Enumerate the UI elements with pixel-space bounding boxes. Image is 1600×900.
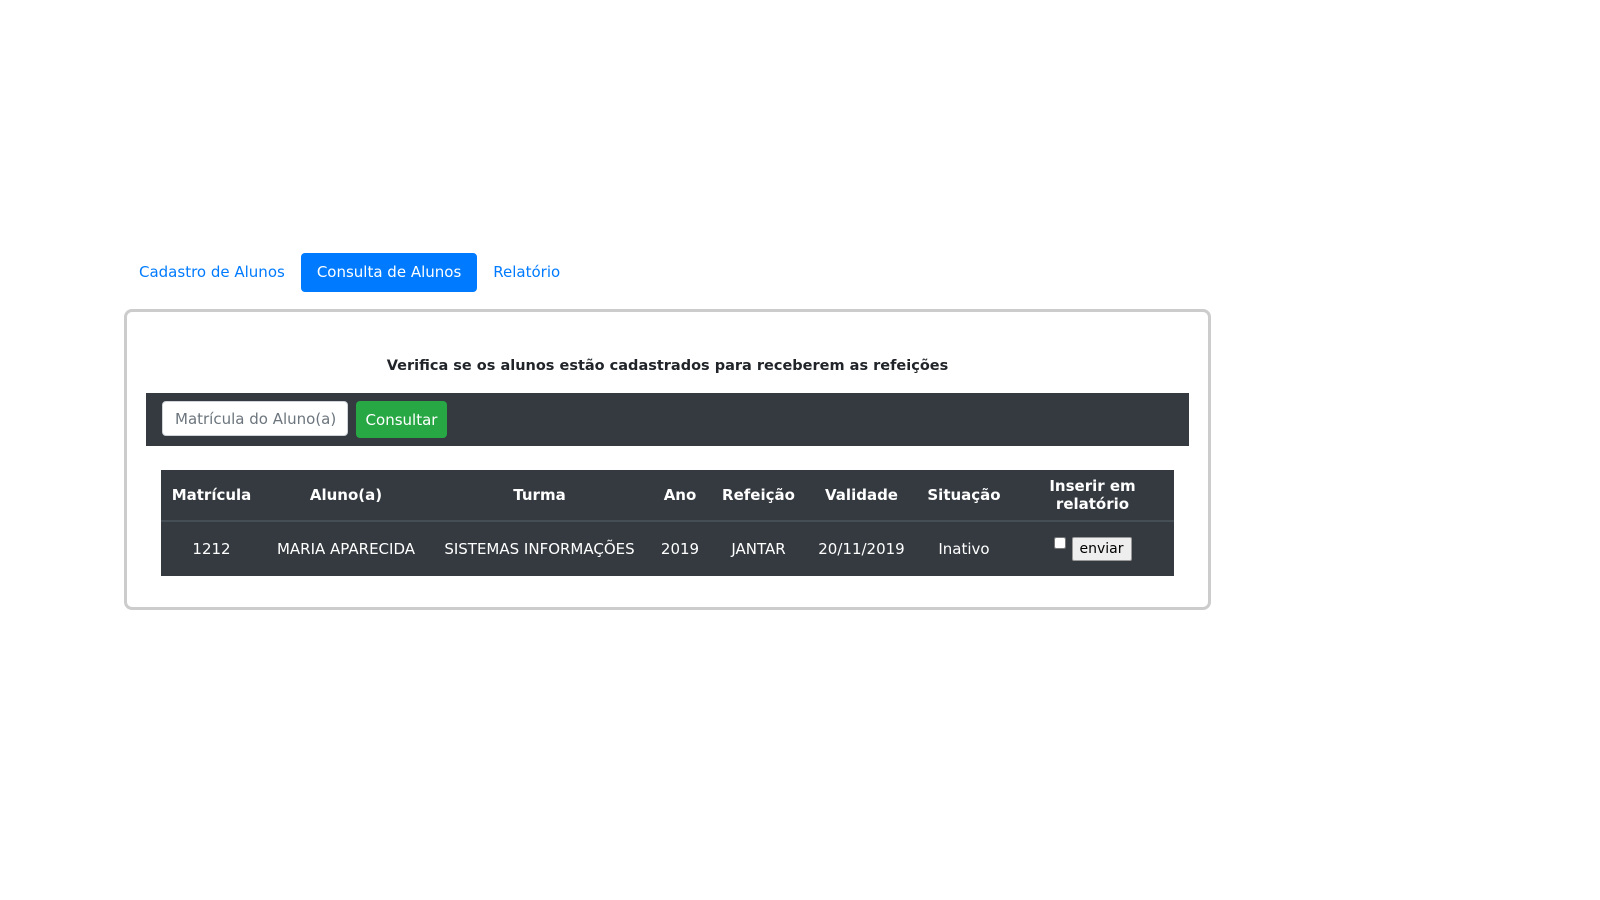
inserir-relatorio-checkbox[interactable] — [1053, 537, 1066, 549]
enviar-button[interactable]: enviar — [1071, 537, 1132, 561]
table-header-row: Matrícula Aluno(a) Turma Ano Refeição Va… — [161, 470, 1174, 522]
cell-inserir: enviar — [1011, 521, 1174, 576]
cell-ano: 2019 — [660, 540, 700, 558]
consultar-button[interactable]: Consultar — [356, 401, 447, 438]
header-refeicao: Refeição — [711, 470, 806, 522]
header-validade: Validade — [806, 470, 917, 522]
header-matricula: Matrícula — [161, 470, 262, 522]
search-bar: Consultar — [146, 393, 1189, 446]
cell-validade: 20/11/2019 — [818, 540, 905, 558]
nav-tabs: Cadastro de Alunos Consulta de Alunos Re… — [123, 253, 576, 292]
consulta-card: Verifica se os alunos estão cadastrados … — [124, 309, 1211, 610]
page-title: Verifica se os alunos estão cadastrados … — [386, 358, 949, 374]
header-turma: Turma — [430, 470, 649, 522]
header-aluno: Aluno(a) — [262, 470, 430, 522]
header-ano: Ano — [649, 470, 711, 522]
cell-situacao: Inativo — [938, 540, 990, 558]
table-row: 1212 MARIA APARECIDA SISTEMAS INFORMAÇÕE… — [161, 521, 1174, 576]
cell-aluno: MARIA APARECIDA — [276, 540, 416, 558]
cell-matricula: 1212 — [192, 540, 231, 558]
tab-cadastro-de-alunos[interactable]: Cadastro de Alunos — [123, 253, 301, 292]
matricula-search-input[interactable] — [162, 401, 348, 436]
header-situacao: Situação — [917, 470, 1011, 522]
cell-turma: SISTEMAS INFORMAÇÕES — [444, 540, 635, 558]
tab-relatorio[interactable]: Relatório — [477, 253, 576, 292]
cell-refeicao: JANTAR — [731, 540, 786, 558]
students-table: Matrícula Aluno(a) Turma Ano Refeição Va… — [161, 470, 1174, 576]
tab-consulta-de-alunos[interactable]: Consulta de Alunos — [300, 253, 478, 292]
header-inserir-relatorio: Inserir em relatório — [1011, 470, 1174, 522]
